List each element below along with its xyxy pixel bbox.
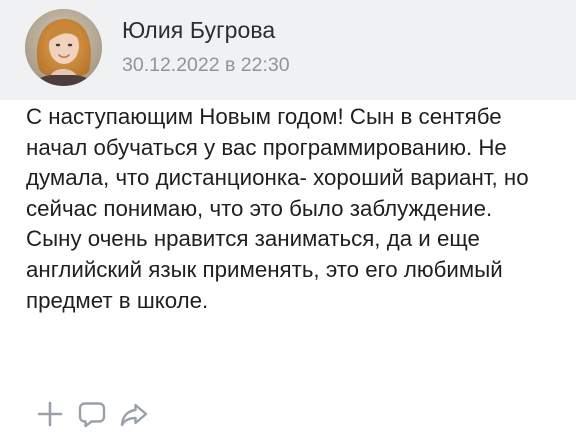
post-actions <box>34 398 150 430</box>
plus-icon[interactable] <box>34 398 66 430</box>
author-name[interactable]: Юлия Бугрова <box>122 17 275 44</box>
post-date: 30.12.2022 в 22:30 <box>122 54 290 76</box>
comment-icon[interactable] <box>76 398 108 430</box>
post-text: С наступающим Новым годом! Сын в сентябе… <box>26 104 529 313</box>
user-photo-avatar <box>25 9 102 86</box>
share-icon[interactable] <box>118 398 150 430</box>
post-header: Юлия Бугрова 30.12.2022 в 22:30 <box>0 0 576 100</box>
author-avatar[interactable] <box>25 9 102 86</box>
